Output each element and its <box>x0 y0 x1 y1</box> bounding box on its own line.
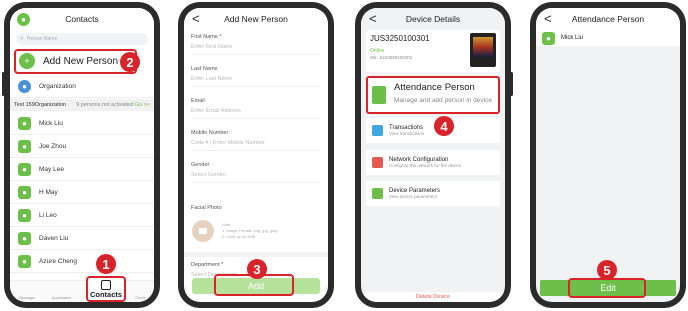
person-icon: ● <box>18 255 31 268</box>
network-config-item[interactable]: Network Configuration Configure the netwo… <box>366 150 500 175</box>
field-label: First Name * <box>191 34 222 40</box>
field-label: Mobile Number <box>191 130 229 136</box>
step-badge-4: 4 <box>434 116 454 136</box>
person-icon: ● <box>18 232 31 245</box>
attendance-screen: < Attendance Person ● Mick Liu Edit 5 <box>536 8 680 302</box>
contact-name: Joe Zhou <box>39 143 67 150</box>
tab-contacts[interactable]: Contacts <box>86 276 126 302</box>
photo-upload[interactable] <box>192 220 214 242</box>
contact-list-item[interactable]: ● Li Leo <box>10 205 154 227</box>
field-input[interactable]: Enter Email Address <box>191 108 241 114</box>
device-header: < Device Details <box>361 8 505 30</box>
parameters-icon <box>372 188 383 199</box>
contact-list-item[interactable]: ● Azure Cheng <box>10 251 154 273</box>
contacts-header: ● Contacts <box>10 8 154 30</box>
phone-device-details: < Device Details JUS3250100301 Online SN… <box>355 2 513 308</box>
person-row[interactable]: ● Mick Liu <box>536 30 680 46</box>
search-input[interactable]: ⚲ Person Name <box>16 33 148 45</box>
device-sn: SN: JUS3250100301 <box>370 55 413 60</box>
field-label: Gender <box>191 162 210 168</box>
page-title: Device Details <box>405 14 461 24</box>
contact-list-item[interactable]: ● Mick Liu <box>10 113 154 135</box>
facial-photo-label: Facial Photo <box>191 205 222 211</box>
add-person-header: < Add New Person <box>184 8 328 30</box>
highlight-box <box>568 278 646 298</box>
go-link[interactable]: Go >> <box>135 102 150 108</box>
device-id: JUS3250100301 <box>370 34 430 43</box>
contact-list-item[interactable]: ● Joe Zhou <box>10 136 154 158</box>
highlight-box <box>14 49 137 74</box>
person-icon: ● <box>18 209 31 222</box>
contacts-screen: ● Contacts ⚲ Person Name + Add New Perso… <box>10 8 154 302</box>
back-icon[interactable]: < <box>544 10 552 28</box>
back-icon[interactable]: < <box>192 10 200 28</box>
person-icon: ● <box>18 186 31 199</box>
page-title: Add New Person <box>224 14 288 24</box>
delete-device-button[interactable]: Delete Device <box>361 292 505 302</box>
volume-button <box>2 72 5 96</box>
attendance-header: < Attendance Person <box>536 8 680 30</box>
attendance-icon <box>372 86 386 104</box>
organization-item[interactable]: ● Organization <box>10 76 154 98</box>
field-input[interactable]: Enter Last Name <box>191 76 232 82</box>
attendance-person-item[interactable]: Attendance Person Manage and add person … <box>366 76 500 114</box>
tab-bar: Message Application Circle <box>10 280 154 302</box>
contacts-icon <box>101 279 111 290</box>
tab-circle[interactable]: Circle <box>135 295 145 300</box>
page-title: Attendance Person <box>571 14 645 24</box>
field-input[interactable]: Code ▾ | Enter Mobile Number <box>191 140 265 146</box>
contact-name: Li Leo <box>39 212 57 219</box>
contact-name: Azure Cheng <box>39 258 77 265</box>
phone-add-person: < Add New Person First Name * Enter First… <box>178 2 334 308</box>
step-badge-2: 2 <box>120 52 140 72</box>
step-badge-5: 5 <box>597 260 617 280</box>
step-badge-1: 1 <box>96 254 116 274</box>
transactions-item[interactable]: Transactions View transactions <box>366 118 500 143</box>
contact-list-item[interactable]: ● H May <box>10 182 154 204</box>
back-icon[interactable]: < <box>369 10 377 28</box>
profile-icon[interactable]: ● <box>17 13 30 26</box>
photo-note: Note: 1. Image Format: png, jpg, jpeg 2.… <box>222 222 278 239</box>
contact-name: May Lee <box>39 166 64 173</box>
person-icon: ● <box>18 140 31 153</box>
contact-list-item[interactable]: ● May Lee <box>10 159 154 181</box>
device-parameters-item[interactable]: Device Parameters View device parameters <box>366 181 500 206</box>
device-image <box>470 33 496 67</box>
transactions-icon <box>372 125 383 136</box>
network-icon <box>372 157 383 168</box>
department-label: Department * <box>191 262 224 268</box>
person-icon: ● <box>18 117 31 130</box>
status-badge: Online <box>370 48 385 54</box>
page-title: Contacts <box>65 14 99 24</box>
tab-application[interactable]: Application <box>52 295 72 300</box>
power-button <box>510 72 513 96</box>
org-header: Test 159Organization 9 persons not activ… <box>10 99 154 111</box>
search-icon: ⚲ <box>20 36 24 42</box>
field-label: Last Name <box>191 66 218 72</box>
add-person-screen: < Add New Person First Name * Enter First… <box>184 8 328 302</box>
contact-list-item[interactable]: ● Daven Liu <box>10 228 154 250</box>
person-icon: ● <box>18 163 31 176</box>
field-label: Email <box>191 98 205 104</box>
tab-message[interactable]: Message <box>18 295 34 300</box>
device-details-screen: < Device Details JUS3250100301 Online SN… <box>361 8 505 302</box>
step-badge-3: 3 <box>247 259 267 279</box>
contact-name: H May <box>39 189 58 196</box>
field-input[interactable]: Enter First Name <box>191 44 233 50</box>
contact-name: Daven Liu <box>39 235 69 242</box>
phone-attendance-person: < Attendance Person ● Mick Liu Edit 5 <box>530 2 686 308</box>
phone-contacts: ● Contacts ⚲ Person Name + Add New Perso… <box>2 2 160 308</box>
device-card: JUS3250100301 Online SN: JUS3250100301 <box>366 30 500 72</box>
camera-icon <box>199 228 207 234</box>
person-avatar: ● <box>542 31 555 45</box>
organization-icon: ● <box>18 80 31 93</box>
contact-name: Mick Liu <box>39 120 63 127</box>
field-input[interactable]: Select Gender <box>191 172 226 178</box>
